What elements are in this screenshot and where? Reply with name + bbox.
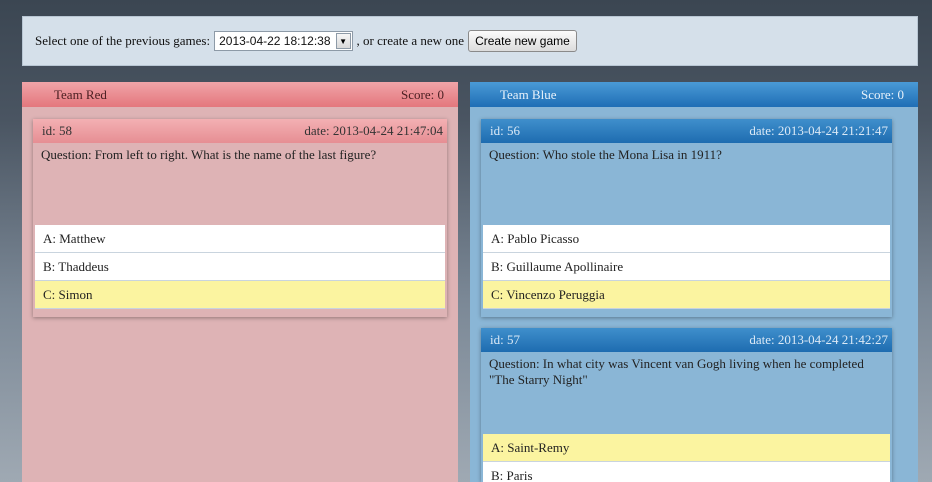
question-id: id: 56: [490, 123, 520, 138]
question-text: Question: In what city was Vincent van G…: [489, 356, 864, 387]
answer-option[interactable]: B: Guillaume Apollinaire: [483, 253, 890, 281]
question-date: date: 2013-04-24 21:47:04: [304, 123, 443, 138]
or-create-label: , or create a new one: [356, 33, 465, 48]
team-name: Team Blue: [500, 86, 557, 102]
question-card: id: 57 date: 2013-04-24 21:42:27 Questio…: [481, 328, 892, 482]
team-red-header: Team Red Score: 0: [22, 82, 458, 107]
team-blue-header: Team Blue Score: 0: [470, 82, 918, 107]
answer-option[interactable]: A: Matthew: [35, 225, 445, 253]
answer-option[interactable]: A: Saint-Remy: [483, 434, 890, 462]
answer-option[interactable]: C: Simon: [35, 281, 445, 309]
select-game-label: Select one of the previous games:: [35, 33, 211, 48]
team-red-column: Team Red Score: 0 id: 58 date: 2013-04-2…: [22, 82, 458, 482]
card-header: id: 58 date: 2013-04-24 21:47:04: [33, 119, 447, 143]
answer-option[interactable]: C: Vincenzo Peruggia: [483, 281, 890, 309]
answer-option[interactable]: A: Pablo Picasso: [483, 225, 890, 253]
answer-option[interactable]: B: Paris: [483, 462, 890, 482]
card-header: id: 57 date: 2013-04-24 21:42:27: [481, 328, 892, 352]
game-selection-bar: Select one of the previous games: 2013-0…: [22, 16, 918, 66]
create-new-game-button[interactable]: Create new game: [468, 30, 577, 52]
card-header: id: 56 date: 2013-04-24 21:21:47: [481, 119, 892, 143]
question-id: id: 58: [42, 123, 72, 138]
question-date: date: 2013-04-24 21:42:27: [749, 332, 888, 347]
answer-option[interactable]: B: Thaddeus: [35, 253, 445, 281]
team-name: Team Red: [54, 86, 107, 102]
selected-game-value: 2013-04-22 18:12:38: [219, 34, 331, 48]
question-id: id: 57: [490, 332, 520, 347]
question-text: Question: From left to right. What is th…: [41, 147, 377, 162]
question-card: id: 58 date: 2013-04-24 21:47:04 Questio…: [33, 119, 447, 317]
previous-games-select[interactable]: 2013-04-22 18:12:38 ▼: [214, 31, 353, 51]
team-score: Score: 0: [401, 86, 444, 102]
team-score: Score: 0: [861, 86, 904, 102]
chevron-down-icon[interactable]: ▼: [335, 33, 351, 49]
team-blue-column: Team Blue Score: 0 id: 56 date: 2013-04-…: [470, 82, 918, 482]
question-text: Question: Who stole the Mona Lisa in 191…: [489, 147, 722, 162]
question-card: id: 56 date: 2013-04-24 21:21:47 Questio…: [481, 119, 892, 317]
question-date: date: 2013-04-24 21:21:47: [749, 123, 888, 138]
